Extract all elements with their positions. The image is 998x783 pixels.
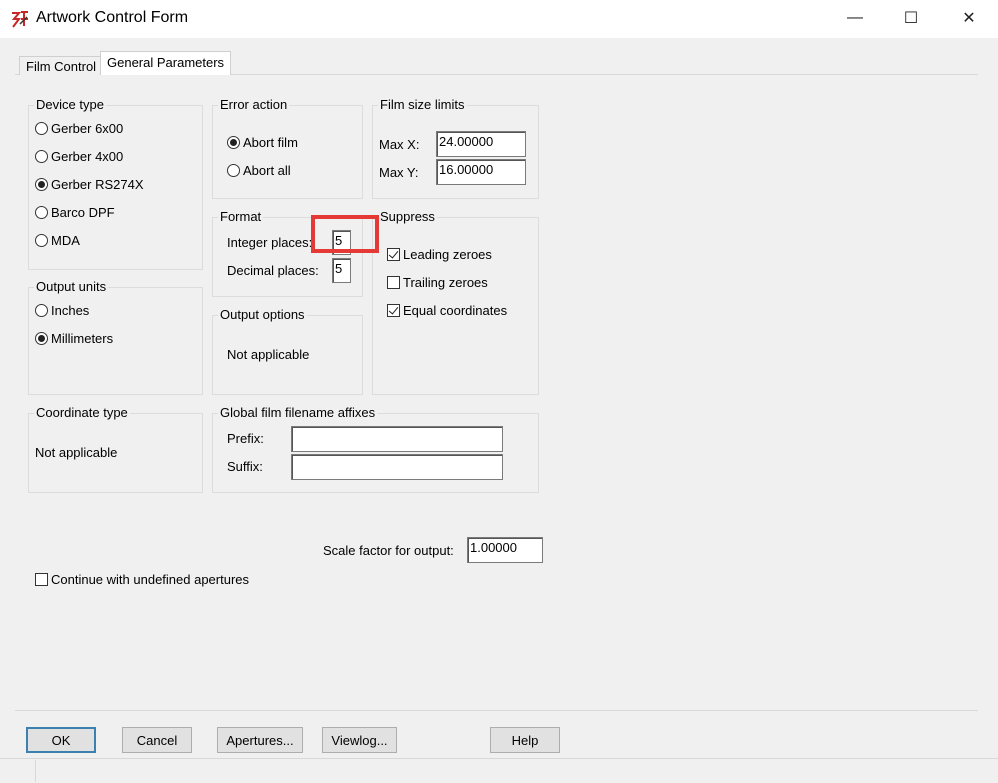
leading-zeroes-checkbox[interactable]: Leading zeroes: [387, 247, 492, 262]
max-y-field[interactable]: 16.00000: [436, 159, 526, 185]
viewlog-button[interactable]: Viewlog...: [322, 727, 397, 753]
option-label: Abort all: [243, 163, 291, 178]
device-radio-gerber-6x00[interactable]: Gerber 6x00: [35, 121, 123, 136]
highlight-box: [311, 215, 379, 253]
option-label: Barco DPF: [51, 205, 115, 220]
error-radio-abort-all[interactable]: Abort all: [227, 163, 291, 178]
coordinate-type-label: Coordinate type: [34, 405, 130, 420]
output-units-label: Output units: [34, 279, 109, 294]
decimal-places-field[interactable]: 5: [332, 258, 351, 283]
affixes-group: [212, 413, 539, 493]
checkbox-label: Leading zeroes: [403, 247, 492, 262]
trailing-zeroes-checkbox[interactable]: Trailing zeroes: [387, 275, 488, 290]
checkbox-label: Continue with undefined apertures: [51, 572, 250, 587]
units-radio-inches[interactable]: Inches: [35, 303, 89, 318]
apertures-button[interactable]: Apertures...: [217, 727, 303, 753]
max-x-field[interactable]: 24.00000: [436, 131, 526, 157]
checkbox-label: Trailing zeroes: [403, 275, 488, 290]
minimize-icon: —: [847, 9, 863, 26]
continue-undefined-apertures-checkbox[interactable]: Continue with undefined apertures: [35, 572, 249, 587]
maximize-icon: ☐: [903, 10, 919, 27]
radio-button[interactable]: [35, 206, 48, 219]
radio-button[interactable]: [35, 304, 48, 317]
output-options-label: Output options: [218, 307, 307, 322]
output-options-text: Not applicable: [227, 347, 310, 362]
close-icon: ✕: [962, 10, 976, 27]
format-label: Format: [218, 209, 264, 224]
maximize-button[interactable]: ☐: [882, 0, 940, 36]
max-x-label: Max X:: [379, 137, 420, 152]
suffix-field[interactable]: [291, 454, 503, 480]
radio-button[interactable]: [227, 136, 240, 149]
device-type-label: Device type: [34, 97, 106, 112]
minimize-button[interactable]: —: [826, 0, 884, 36]
coordinate-type-text: Not applicable: [35, 445, 118, 460]
checkbox-label: Equal coordinates: [403, 303, 508, 318]
help-button[interactable]: Help: [490, 727, 560, 753]
decimal-places-label: Decimal places:: [227, 263, 319, 278]
max-y-label: Max Y:: [379, 165, 419, 180]
radio-button[interactable]: [35, 150, 48, 163]
suffix-label: Suffix:: [227, 459, 263, 474]
checkbox[interactable]: [35, 573, 48, 586]
ok-button[interactable]: OK: [26, 727, 96, 753]
prefix-label: Prefix:: [227, 431, 264, 446]
device-radio-gerber-rs274x[interactable]: Gerber RS274X: [35, 177, 144, 192]
status-bar: [0, 758, 998, 783]
cancel-button[interactable]: Cancel: [122, 727, 192, 753]
scale-factor-label: Scale factor for output:: [323, 543, 454, 558]
button-separator: [15, 710, 978, 711]
radio-button[interactable]: [35, 178, 48, 191]
suppress-label: Suppress: [378, 209, 437, 224]
error-radio-abort-film[interactable]: Abort film: [227, 135, 298, 150]
tab-film-control[interactable]: Film Control: [19, 56, 104, 75]
units-radio-millimeters[interactable]: Millimeters: [35, 331, 113, 346]
scale-factor-field[interactable]: 1.00000: [467, 537, 543, 563]
prefix-field[interactable]: [291, 426, 503, 452]
checkbox[interactable]: [387, 276, 400, 289]
window-title: Artwork Control Form: [36, 9, 189, 26]
option-label: Gerber 6x00: [51, 121, 124, 136]
error-action-group: [212, 105, 363, 199]
app-icon: [10, 9, 30, 29]
option-label: MDA: [51, 233, 80, 248]
option-label: Abort film: [243, 135, 298, 150]
checkbox[interactable]: [387, 304, 400, 317]
option-label: Gerber RS274X: [51, 177, 144, 192]
affixes-label: Global film filename affixes: [218, 405, 378, 420]
tab-general-parameters[interactable]: General Parameters: [100, 51, 232, 75]
film-size-limits-label: Film size limits: [378, 97, 467, 112]
option-label: Gerber 4x00: [51, 149, 124, 164]
close-button[interactable]: ✕: [940, 0, 998, 36]
radio-button[interactable]: [35, 122, 48, 135]
device-radio-barco-dpf[interactable]: Barco DPF: [35, 205, 115, 220]
device-radio-mda[interactable]: MDA: [35, 233, 80, 248]
radio-button[interactable]: [35, 234, 48, 247]
option-label: Millimeters: [51, 331, 114, 346]
option-label: Inches: [51, 303, 90, 318]
status-bar-separator: [35, 760, 36, 782]
error-action-label: Error action: [218, 97, 290, 112]
integer-places-label: Integer places:: [227, 235, 313, 250]
radio-button[interactable]: [35, 332, 48, 345]
device-radio-gerber-4x00[interactable]: Gerber 4x00: [35, 149, 123, 164]
radio-button[interactable]: [227, 164, 240, 177]
checkbox[interactable]: [387, 248, 400, 261]
equal-coordinates-checkbox[interactable]: Equal coordinates: [387, 303, 507, 318]
